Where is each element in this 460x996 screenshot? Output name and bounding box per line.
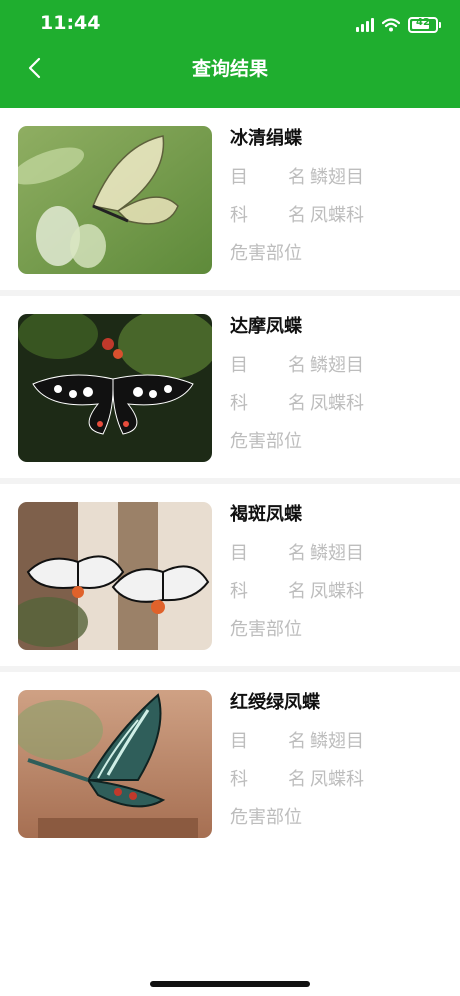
- damage-row: 危害部位: [230, 619, 302, 640]
- home-indicator[interactable]: [150, 981, 310, 987]
- app-header: 11:44 42 查询结果: [0, 0, 460, 108]
- list-item[interactable]: 褐斑凤蝶 目名鳞翅目 科名凤蝶科 危害部位: [0, 484, 460, 672]
- wifi-icon: [382, 18, 400, 32]
- battery-level: 42: [416, 17, 430, 28]
- battery-icon: 42: [408, 17, 441, 33]
- status-time: 11:44: [40, 12, 101, 34]
- family-row: 科名凤蝶科: [230, 581, 364, 602]
- status-icons: 42: [356, 15, 441, 35]
- order-row: 目名鳞翅目: [230, 543, 364, 564]
- list-item[interactable]: 达摩凤蝶 目名鳞翅目 科名凤蝶科 危害部位: [0, 296, 460, 484]
- item-name: 红绶绿凤蝶: [230, 692, 320, 713]
- item-name: 褐斑凤蝶: [230, 504, 302, 525]
- butterfly-photo: [18, 502, 212, 650]
- damage-row: 危害部位: [230, 431, 302, 452]
- list-item[interactable]: 冰清绢蝶 目名鳞翅目 科名凤蝶科 危害部位: [0, 108, 460, 296]
- result-list: 冰清绢蝶 目名鳞翅目 科名凤蝶科 危害部位 达摩凤蝶 目名鳞翅目 科名凤蝶科 危…: [0, 108, 460, 860]
- item-name: 冰清绢蝶: [230, 128, 302, 149]
- butterfly-photo: [18, 126, 212, 274]
- butterfly-photo: [18, 690, 212, 838]
- order-row: 目名鳞翅目: [230, 355, 364, 376]
- item-name: 达摩凤蝶: [230, 316, 302, 337]
- order-row: 目名鳞翅目: [230, 167, 364, 188]
- order-row: 目名鳞翅目: [230, 731, 364, 752]
- damage-row: 危害部位: [230, 243, 302, 264]
- family-row: 科名凤蝶科: [230, 393, 364, 414]
- family-row: 科名凤蝶科: [230, 205, 364, 226]
- damage-row: 危害部位: [230, 807, 302, 828]
- list-item[interactable]: 红绶绿凤蝶 目名鳞翅目 科名凤蝶科 危害部位: [0, 672, 460, 860]
- butterfly-photo: [18, 314, 212, 462]
- family-row: 科名凤蝶科: [230, 769, 364, 790]
- page-title: 查询结果: [191, 58, 268, 80]
- signal-icon: [356, 18, 374, 32]
